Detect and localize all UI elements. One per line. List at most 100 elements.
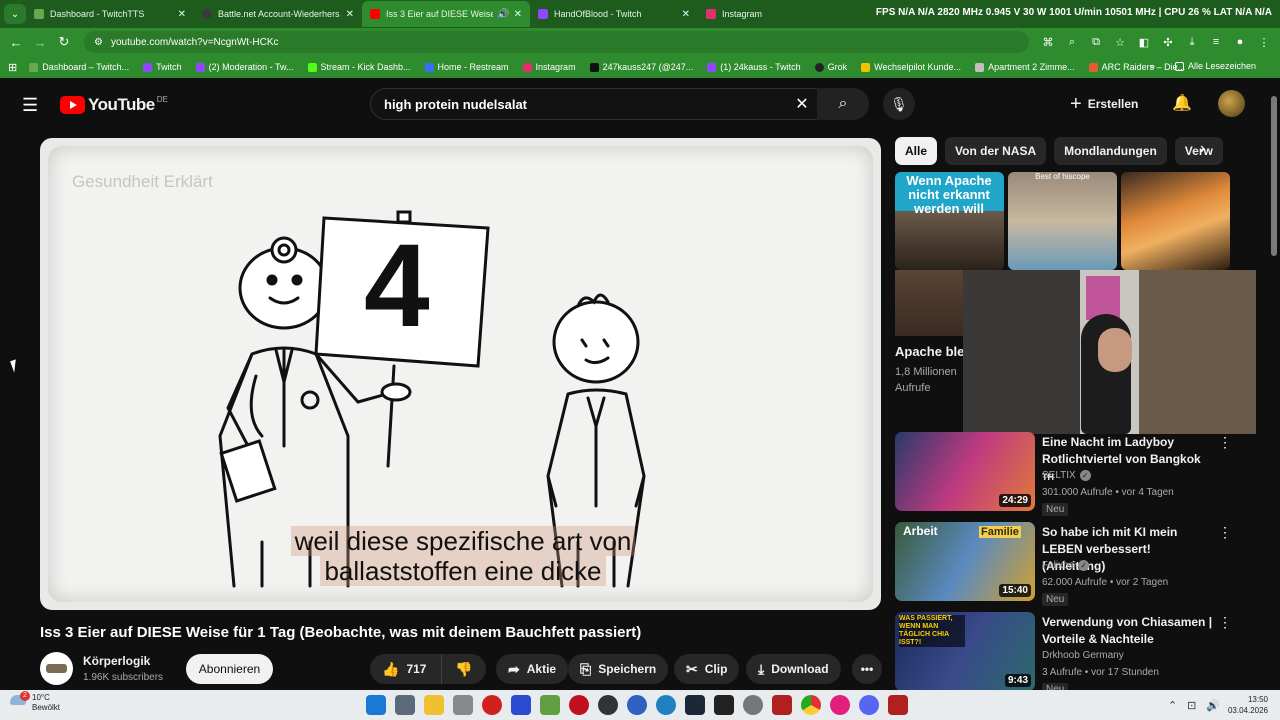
media-icon[interactable]: ≡ xyxy=(1207,36,1225,49)
close-icon[interactable]: ✕ xyxy=(178,9,186,20)
create-button[interactable]: + Erstellen xyxy=(1070,90,1138,118)
discord-icon[interactable] xyxy=(859,695,879,715)
recommendation-item[interactable]: WAS PASSIERT, WENN MAN TÄGLICH CHIA ISST… xyxy=(895,612,1240,696)
channel-name[interactable]: Felixba ✓ xyxy=(1042,560,1090,571)
settings-icon[interactable] xyxy=(743,695,763,715)
weather-widget[interactable]: 2 10°C Bewölkt xyxy=(10,691,60,713)
tab-search-button[interactable]: ⌄ xyxy=(4,4,26,24)
chevron-right-icon[interactable]: » xyxy=(1150,61,1155,71)
bookmark-item[interactable]: (2) Moderation - Tw... xyxy=(195,62,294,72)
notifications-bell-icon[interactable]: 🔔 xyxy=(1172,93,1192,113)
search-input[interactable]: high protein nudelsalat ✕ xyxy=(370,88,818,120)
back-icon[interactable]: ← xyxy=(4,35,28,50)
more-vert-icon[interactable]: ⋮ xyxy=(1218,614,1232,631)
bookmark-item[interactable]: Wechselpilot Kunde... xyxy=(861,62,961,72)
video-thumbnail[interactable]: WAS PASSIERT, WENN MAN TÄGLICH CHIA ISST… xyxy=(895,612,1035,691)
menu-icon[interactable]: ⋮ xyxy=(1255,36,1273,49)
opera-icon[interactable] xyxy=(830,695,850,715)
youtube-logo[interactable]: YouTube DE xyxy=(60,95,168,115)
network-icon[interactable]: ⊡ xyxy=(1187,699,1196,712)
volume-icon[interactable]: 🔊 xyxy=(1206,699,1220,712)
share-button[interactable]: ➦ Aktie xyxy=(496,654,569,684)
app-red-icon[interactable] xyxy=(482,695,502,715)
channel-avatar[interactable] xyxy=(40,652,73,685)
voice-search-button[interactable]: 🎙 xyxy=(883,88,915,120)
bookmark-item[interactable]: Grok xyxy=(814,62,847,72)
bookmark-item[interactable]: Home - Restream xyxy=(424,62,509,72)
tab-instagram[interactable]: Instagram xyxy=(698,1,866,27)
calculator-icon[interactable] xyxy=(395,695,415,715)
close-icon[interactable]: ✕ xyxy=(346,9,354,20)
install-icon[interactable]: ⧉ xyxy=(1087,36,1105,49)
forward-icon[interactable]: → xyxy=(28,35,52,50)
short-thumbnail-lower[interactable] xyxy=(895,270,963,336)
channel-name[interactable]: Drkhoob Germany xyxy=(1042,650,1124,661)
channel-name[interactable]: SELTIX ✓ xyxy=(1042,470,1091,481)
close-icon[interactable]: ✕ xyxy=(682,9,690,20)
page-scrollbar[interactable] xyxy=(1271,86,1277,686)
bookmark-item[interactable]: Apartment 2 Zimme... xyxy=(975,62,1075,72)
chip-nasa[interactable]: Von der NASA xyxy=(945,137,1047,165)
chevron-right-icon[interactable]: › xyxy=(1200,140,1205,158)
app-red2-icon[interactable] xyxy=(888,695,908,715)
channel-name[interactable]: Körperlogik xyxy=(83,654,150,668)
search-button[interactable]: ⌕ xyxy=(817,88,869,120)
short-thumbnail[interactable]: Wenn Apache nicht erkannt werden will xyxy=(895,172,1004,270)
more-vert-icon[interactable]: ⋮ xyxy=(1218,524,1232,541)
terminal-icon[interactable] xyxy=(714,695,734,715)
sync-icon[interactable] xyxy=(627,695,647,715)
bookmark-item[interactable]: Instagram xyxy=(522,62,576,72)
chrome-icon[interactable] xyxy=(801,695,821,715)
apps-grid-icon[interactable]: ⊞ xyxy=(8,61,17,74)
steam-icon[interactable] xyxy=(685,695,705,715)
chip-more[interactable]: Verw xyxy=(1174,137,1223,165)
short-thumbnail[interactable] xyxy=(1121,172,1230,270)
chip-all[interactable]: Alle xyxy=(895,137,938,165)
save-button[interactable]: ⎘ Speichern xyxy=(568,654,669,684)
bookmark-star-icon[interactable]: ☆ xyxy=(1111,36,1129,49)
profile-icon[interactable]: ● xyxy=(1231,36,1249,49)
download-icon[interactable]: ⤓ xyxy=(1183,36,1201,49)
more-actions-button[interactable]: ••• xyxy=(852,654,882,684)
tab-dashboard-twitchtts[interactable]: Dashboard - TwitchTTS ✕ xyxy=(26,1,194,27)
like-button[interactable]: 👍 717 xyxy=(370,654,442,684)
video-player[interactable]: Gesundheit Erklärt 4 weil diese spezifis… xyxy=(40,138,881,610)
scrollbar-thumb[interactable] xyxy=(1271,96,1277,256)
url-field[interactable]: ⚙ youtube.com/watch?v=NcgnWt-HCKc xyxy=(84,31,1029,53)
video-thumbnail[interactable]: 24:29 xyxy=(895,432,1035,511)
chip-moon-landings[interactable]: Mondlandungen xyxy=(1054,137,1167,165)
recommendation-item[interactable]: Arbeit Familie 15:40 So habe ich mit KI … xyxy=(895,522,1240,606)
file-explorer-icon[interactable] xyxy=(424,695,444,715)
clear-search-icon[interactable]: ✕ xyxy=(787,94,817,114)
site-info-icon[interactable]: ⚙ xyxy=(94,37,103,48)
streamdeck-icon[interactable] xyxy=(772,695,792,715)
hamburger-menu-icon[interactable]: ☰ xyxy=(22,95,38,116)
close-icon[interactable]: ✕ xyxy=(514,9,522,20)
more-vert-icon[interactable]: ⋮ xyxy=(1218,434,1232,451)
edge-icon[interactable] xyxy=(656,695,676,715)
chevron-up-icon[interactable]: ⌃ xyxy=(1168,699,1177,712)
obs-icon[interactable] xyxy=(598,695,618,715)
mouse-app-icon[interactable] xyxy=(453,695,473,715)
vpn-icon[interactable] xyxy=(511,695,531,715)
dislike-button[interactable]: 👎 xyxy=(442,661,486,678)
recommendation-item[interactable]: 24:29 Eine Nacht im Ladyboy Rotlichtvier… xyxy=(895,432,1240,516)
translate-icon[interactable]: ⌘ xyxy=(1039,36,1057,49)
zoom-icon[interactable]: ⌕ xyxy=(1063,36,1081,49)
bookmark-item[interactable]: Dashboard – Twitch... xyxy=(29,62,129,72)
account-avatar[interactable] xyxy=(1218,90,1245,117)
windows-start-icon[interactable] xyxy=(366,695,386,715)
clip-button[interactable]: ✂ Clip xyxy=(674,654,740,684)
system-clock[interactable]: 13:50 03.04.2026 xyxy=(1228,694,1268,716)
tab-handofblood[interactable]: HandOfBlood - Twitch ✕ xyxy=(530,1,698,27)
speaker-icon[interactable]: 🔊 xyxy=(497,9,509,20)
extension-icon[interactable]: ◧ xyxy=(1135,36,1153,49)
maps-icon[interactable] xyxy=(540,695,560,715)
bookmark-item[interactable]: (1) 24kauss - Twitch xyxy=(707,62,801,72)
record-icon[interactable] xyxy=(569,695,589,715)
short-thumbnail[interactable]: Best of hiscope xyxy=(1008,172,1117,270)
bookmark-item[interactable]: 247kauss247 (@247... xyxy=(589,62,693,72)
bookmark-item[interactable]: Twitch xyxy=(143,62,182,72)
short-info[interactable]: Apache bleibt nicht 1,8 Millionen Aufruf… xyxy=(895,343,963,396)
reload-icon[interactable]: ↻ xyxy=(52,34,76,50)
